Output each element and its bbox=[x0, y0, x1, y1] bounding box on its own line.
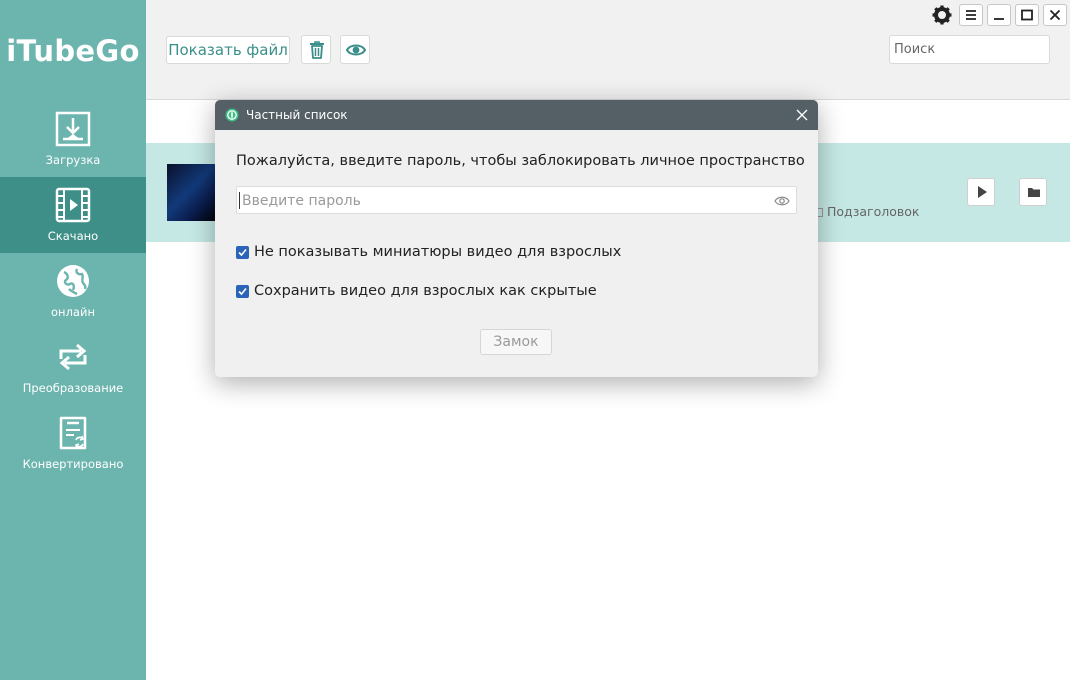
option-label: Не показывать миниатюры видео для взросл… bbox=[254, 244, 622, 260]
settings-button[interactable] bbox=[931, 4, 953, 26]
dialog-title-bar: Частный список bbox=[215, 100, 818, 130]
app-logo: iTubeGo bbox=[6, 34, 140, 68]
private-list-dialog: Частный список Пожалуйста, введите парол… bbox=[215, 100, 818, 377]
search-input[interactable]: Поиск bbox=[889, 35, 1050, 64]
play-icon bbox=[978, 186, 987, 198]
maximize-icon bbox=[1021, 9, 1033, 21]
subtitle-label: Подзаголовок bbox=[827, 204, 920, 219]
download-icon bbox=[55, 111, 91, 147]
delete-button[interactable] bbox=[301, 35, 331, 64]
checkmark-icon bbox=[238, 248, 247, 257]
maximize-button[interactable] bbox=[1015, 4, 1039, 26]
private-mode-button[interactable] bbox=[340, 35, 370, 64]
checkmark-icon bbox=[238, 287, 247, 296]
sidebar-item-label: онлайн bbox=[51, 305, 95, 319]
menu-button[interactable] bbox=[959, 4, 983, 26]
sidebar-item-label: Скачано bbox=[47, 229, 99, 243]
sidebar-item-downloaded[interactable]: Скачано bbox=[0, 177, 146, 253]
option-label: Сохранить видео для взрослых как скрытые bbox=[254, 283, 597, 299]
close-window-button[interactable] bbox=[1043, 4, 1067, 26]
subtitle-option[interactable]: Подзаголовок bbox=[814, 204, 919, 219]
folder-icon bbox=[1028, 188, 1040, 197]
private-shield-icon bbox=[225, 108, 239, 122]
dialog-prompt: Пожалуйста, введите пароль, чтобы заблок… bbox=[236, 153, 805, 169]
minimize-button[interactable] bbox=[987, 4, 1011, 26]
menu-icon bbox=[966, 10, 976, 20]
show-password-eye-icon[interactable] bbox=[774, 195, 790, 207]
password-input[interactable]: Введите пароль bbox=[236, 186, 797, 214]
show-file-button[interactable]: Показать файл bbox=[166, 36, 290, 64]
dialog-title: Частный список bbox=[246, 108, 348, 122]
play-button[interactable] bbox=[967, 178, 995, 206]
minimize-icon bbox=[994, 18, 1004, 20]
converted-doc-icon bbox=[59, 416, 87, 450]
gear-icon bbox=[932, 5, 952, 25]
eye-icon bbox=[346, 44, 366, 56]
text-caret bbox=[239, 192, 240, 209]
sidebar-item-label: Загрузка bbox=[45, 153, 101, 167]
close-icon[interactable] bbox=[795, 108, 809, 122]
sidebar-item-label: Конвертировано bbox=[22, 457, 124, 471]
convert-arrows-icon bbox=[59, 343, 87, 371]
sidebar: iTubeGo Загрузка Скачано онлайн Преобраз… bbox=[0, 0, 146, 680]
sidebar-item-download[interactable]: Загрузка bbox=[0, 101, 146, 177]
video-thumbnail bbox=[167, 164, 219, 221]
open-folder-button[interactable] bbox=[1019, 178, 1047, 206]
close-icon bbox=[1049, 9, 1061, 21]
sidebar-item-label: Преобразование bbox=[22, 381, 124, 395]
sidebar-item-converted[interactable]: Конвертировано bbox=[0, 405, 146, 481]
globe-icon bbox=[57, 265, 89, 297]
sidebar-item-convert[interactable]: Преобразование bbox=[0, 329, 146, 405]
password-placeholder: Введите пароль bbox=[242, 193, 361, 209]
sidebar-item-online[interactable]: онлайн bbox=[0, 253, 146, 329]
trash-icon bbox=[310, 41, 324, 59]
checkbox-checked[interactable] bbox=[236, 285, 249, 298]
lock-button[interactable]: Замок bbox=[480, 329, 552, 355]
checkbox-checked[interactable] bbox=[236, 246, 249, 259]
film-icon bbox=[55, 187, 91, 223]
